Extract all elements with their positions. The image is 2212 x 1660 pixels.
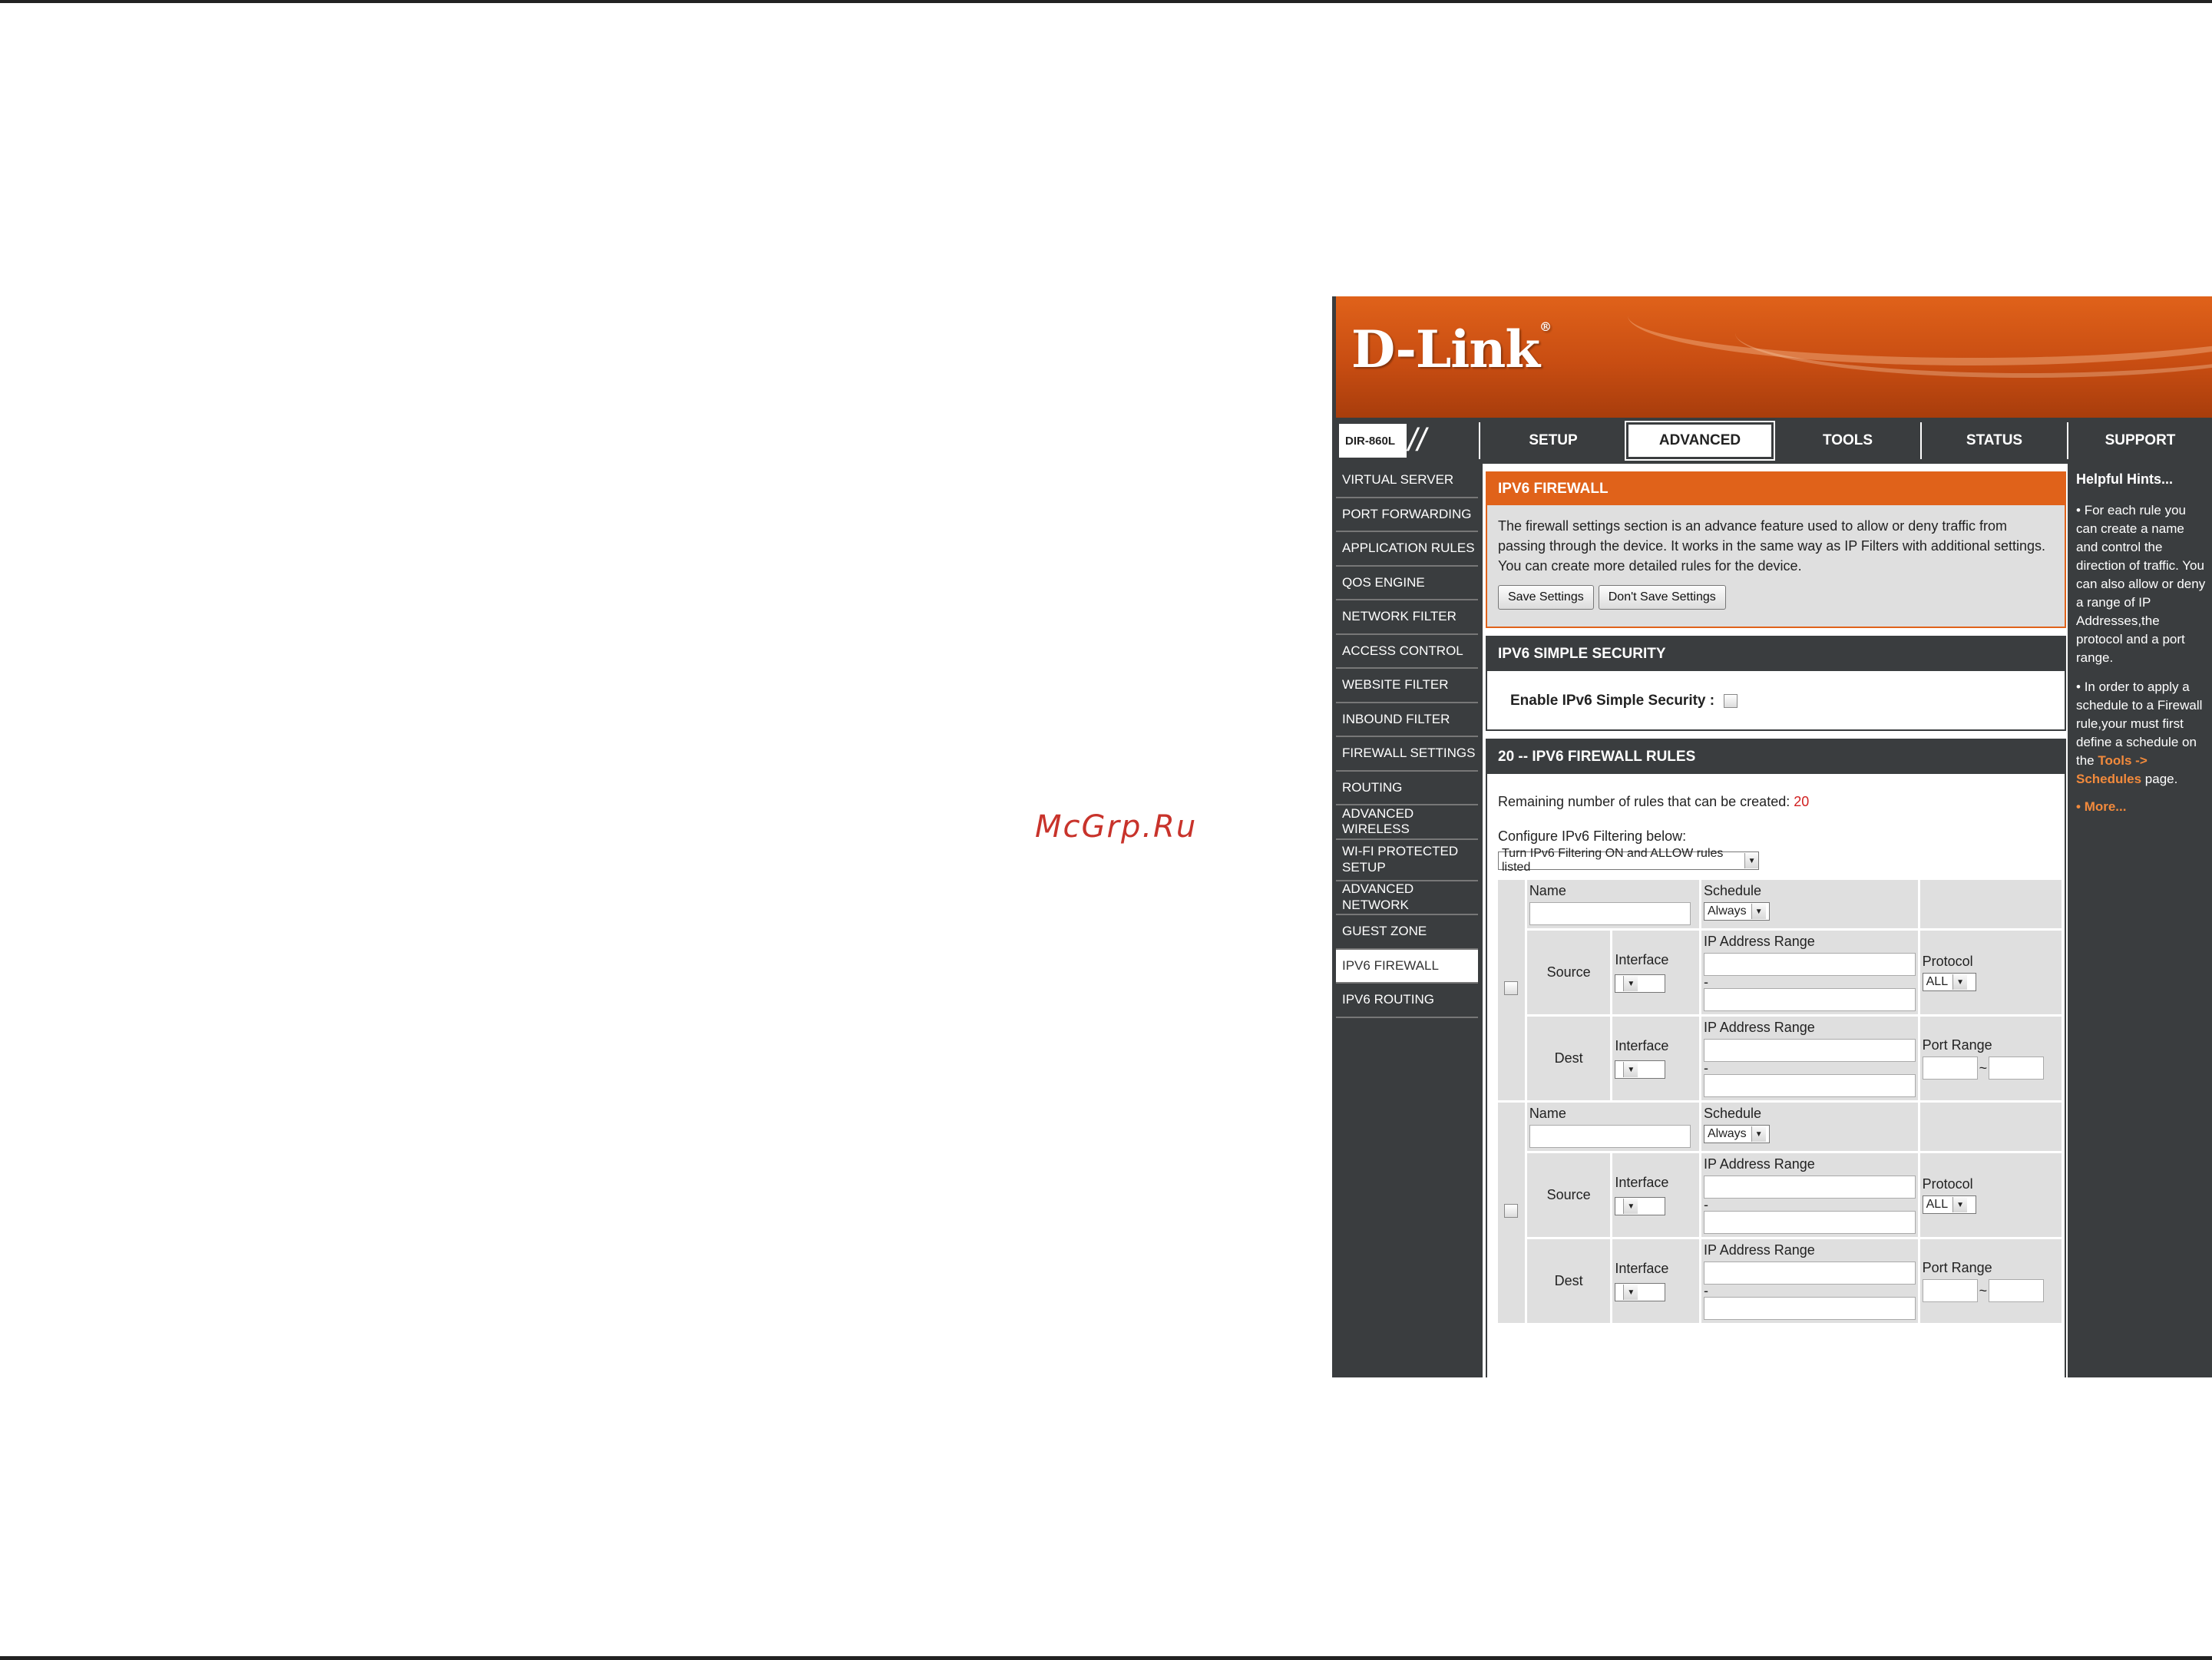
simple-security-checkbox[interactable] — [1724, 694, 1738, 708]
filtering-mode-select[interactable]: Turn IPv6 Filtering ON and ALLOW rules l… — [1498, 847, 1759, 874]
hint-1: • For each rule you can create a name an… — [2076, 503, 2206, 665]
rule-2-source-label: Source — [1526, 1153, 1611, 1237]
chevron-down-icon: ▼ — [1751, 1126, 1766, 1142]
top-rule — [0, 0, 2212, 3]
rule-2-port-end-input[interactable] — [1989, 1279, 2045, 1302]
tab-advanced[interactable]: ADVANCED — [1625, 421, 1775, 461]
panel-title: IPV6 FIREWALL — [1487, 473, 2065, 505]
section-title: IPV6 SIMPLE SECURITY — [1487, 637, 2065, 671]
ipv6-firewall-panel: IPV6 FIREWALL The firewall settings sect… — [1486, 471, 2066, 628]
rule-2-source-ip-end-input[interactable] — [1704, 1211, 1916, 1234]
rule-2-dest-ip-end-input[interactable] — [1704, 1297, 1916, 1320]
sidebar-item-wifi-protected-setup[interactable]: WI-FI PROTECTED SETUP — [1336, 840, 1478, 881]
sidebar-item-qos-engine[interactable]: QOS ENGINE — [1336, 567, 1478, 600]
tab-tools[interactable]: TOOLS — [1774, 422, 1920, 459]
rule-2-source-ip-start-input[interactable] — [1704, 1176, 1916, 1199]
ipv6-firewall-rules-panel: 20 -- IPV6 FIREWALL RULES Remaining numb… — [1486, 739, 2066, 1377]
sidebar-item-firewall-settings[interactable]: FIREWALL SETTINGS — [1336, 737, 1478, 772]
tab-setup[interactable]: SETUP — [1479, 422, 1626, 459]
rule-1-source-ip-end-input[interactable] — [1704, 988, 1916, 1011]
rule-2-dest-label: Dest — [1526, 1239, 1611, 1323]
header-banner: D-Link® — [1336, 296, 2212, 418]
sidebar-item-routing[interactable]: ROUTING — [1336, 772, 1478, 805]
rule-1-dest-label: Dest — [1526, 1017, 1611, 1100]
rule-1-source-row: Source Interface ▼ IP Address Range - Prot… — [1498, 931, 2062, 1014]
chevron-down-icon: ▼ — [1623, 1199, 1638, 1214]
sidebar-item-inbound-filter[interactable]: INBOUND FILTER — [1336, 703, 1478, 737]
sidebar-item-website-filter[interactable]: WEBSITE FILTER — [1336, 669, 1478, 703]
rule-2-name-input[interactable] — [1529, 1125, 1691, 1148]
dont-save-settings-button[interactable]: Don't Save Settings — [1598, 585, 1726, 610]
chevron-down-icon: ▼ — [1952, 974, 1968, 990]
remaining-count: 20 — [1794, 794, 1810, 809]
sidebar-item-guest-zone[interactable]: GUEST ZONE — [1336, 915, 1478, 950]
chevron-down-icon: ▼ — [1623, 1285, 1638, 1300]
chevron-down-icon: ▼ — [1623, 976, 1638, 991]
top-nav: DIR-860L // SETUP ADVANCED TOOLS STATUS … — [1336, 419, 2212, 462]
rule-1-protocol-select[interactable]: ALL ▼ — [1922, 973, 1976, 991]
save-settings-button[interactable]: Save Settings — [1498, 585, 1594, 610]
rule-1-dest-ip-end-input[interactable] — [1704, 1074, 1916, 1097]
tab-support[interactable]: SUPPORT — [2067, 422, 2212, 459]
button-row: Save Settings Don't Save Settings — [1487, 576, 2065, 619]
hint-more: • More... — [2076, 799, 2127, 814]
rule-1-dest-interface-select[interactable]: ▼ — [1615, 1060, 1666, 1079]
rule-2-protocol-select[interactable]: ALL ▼ — [1922, 1195, 1976, 1214]
configure-label: Configure IPv6 Filtering below: — [1498, 828, 1687, 844]
panel-description: The firewall settings section is an adva… — [1498, 518, 2046, 574]
rule-2-source-row: Source Interface ▼ IP Address Range - Prot… — [1498, 1153, 2062, 1237]
rule-2-dest-row: Dest Interface ▼ IP Address Range - Port R… — [1498, 1239, 2062, 1323]
sidebar-item-advanced-wireless[interactable]: ADVANCED WIRELESS — [1336, 805, 1478, 840]
rule-1-port-end-input[interactable] — [1989, 1057, 2045, 1080]
sidebar-item-advanced-network[interactable]: ADVANCED NETWORK — [1336, 881, 1478, 915]
bottom-rule — [0, 1656, 2212, 1660]
watermark: McGrp.Ru — [1035, 809, 1198, 845]
rule-2-name-row: Name Schedule Always ▼ — [1498, 1103, 2062, 1323]
router-screenshot: D-Link® DIR-860L // SETUP ADVANCED TOOLS… — [1332, 296, 2212, 1377]
divider-slashes: // — [1408, 422, 1427, 458]
rule-1-dest-ip-start-input[interactable] — [1704, 1039, 1916, 1062]
rule-1-port-start-input[interactable] — [1922, 1057, 1978, 1080]
sidebar-item-ipv6-routing[interactable]: IPV6 ROUTING — [1336, 984, 1478, 1018]
model-badge: DIR-860L — [1339, 424, 1407, 458]
firewall-rules-table: Name Schedule Always ▼ Source Interface ▼ I… — [1496, 878, 2064, 1325]
rule-1-source-label: Source — [1526, 931, 1611, 1014]
more-link[interactable]: More... — [2085, 799, 2127, 814]
main-content: IPV6 FIREWALL The firewall settings sect… — [1483, 464, 2068, 1377]
rule-2-port-start-input[interactable] — [1922, 1279, 1978, 1302]
hints-title: Helpful Hints... — [2076, 471, 2173, 487]
rule-1-enable-checkbox[interactable] — [1504, 981, 1519, 995]
sidebar: VIRTUAL SERVER PORT FORWARDING APPLICATI… — [1336, 464, 1478, 1377]
rule-1-source-ip-start-input[interactable] — [1704, 953, 1916, 976]
sidebar-item-virtual-server[interactable]: VIRTUAL SERVER — [1336, 464, 1478, 498]
sidebar-item-ipv6-firewall[interactable]: IPV6 FIREWALL — [1336, 949, 1478, 984]
rule-1-schedule-select[interactable]: Always ▼ — [1704, 902, 1770, 921]
chevron-down-icon: ▼ — [1952, 1197, 1968, 1212]
chevron-down-icon: ▼ — [1744, 853, 1758, 868]
dlink-logo: D-Link® — [1351, 319, 1552, 379]
section-title: 20 -- IPV6 FIREWALL RULES — [1487, 740, 2065, 774]
rule-2-schedule-select[interactable]: Always ▼ — [1704, 1125, 1770, 1143]
rule-1-name-row: Name Schedule Always ▼ — [1498, 880, 2062, 1100]
sidebar-item-application-rules[interactable]: APPLICATION RULES — [1336, 532, 1478, 567]
rule-2-dest-interface-select[interactable]: ▼ — [1615, 1283, 1666, 1301]
ipv6-simple-security-panel: IPV6 SIMPLE SECURITY Enable IPv6 Simple … — [1486, 636, 2066, 731]
rule-1-name-input[interactable] — [1529, 902, 1691, 925]
rule-1-dest-row: Dest Interface ▼ IP Address Range - Port R… — [1498, 1017, 2062, 1100]
rule-2-source-interface-select[interactable]: ▼ — [1615, 1197, 1666, 1215]
rule-2-dest-ip-start-input[interactable] — [1704, 1262, 1916, 1285]
chevron-down-icon: ▼ — [1623, 1062, 1638, 1077]
sidebar-item-access-control[interactable]: ACCESS CONTROL — [1336, 635, 1478, 669]
simple-security-label: Enable IPv6 Simple Security : — [1510, 693, 1715, 709]
rule-2-enable-checkbox[interactable] — [1504, 1204, 1519, 1218]
helpful-hints-panel: Helpful Hints... • For each rule you can… — [2071, 464, 2212, 1377]
hint-2: • In order to apply a schedule to a Fire… — [2076, 680, 2203, 786]
remaining-rules: Remaining number of rules that can be cr… — [1498, 794, 1810, 809]
sidebar-item-network-filter[interactable]: NETWORK FILTER — [1336, 600, 1478, 635]
chevron-down-icon: ▼ — [1751, 904, 1766, 919]
rule-1-source-interface-select[interactable]: ▼ — [1615, 974, 1666, 993]
tab-status[interactable]: STATUS — [1920, 422, 2067, 459]
sidebar-item-port-forwarding[interactable]: PORT FORWARDING — [1336, 498, 1478, 532]
